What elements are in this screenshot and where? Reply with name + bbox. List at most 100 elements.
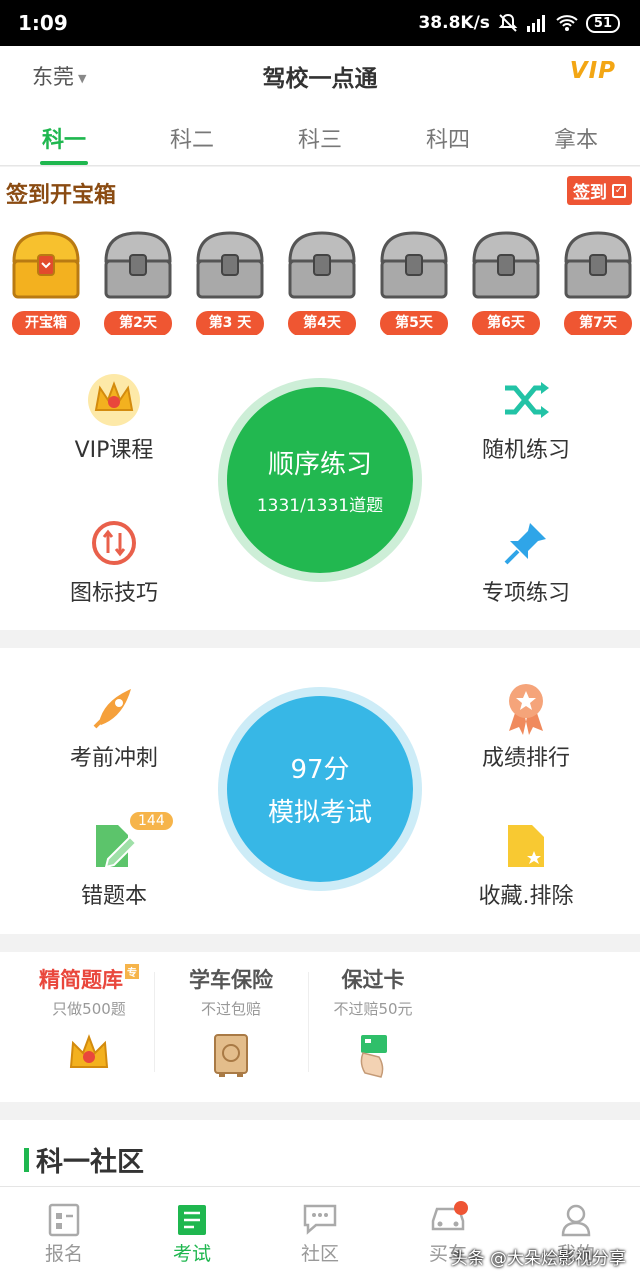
tab-subject-4[interactable]: 科四 [384,104,512,165]
header: 东莞 ▼ 驾校一点通 VIP [0,46,640,104]
chest-label: 第3 天 [196,311,264,336]
random-practice-button[interactable]: 随机练习 [426,370,626,464]
tab-subject-1[interactable]: 科一 [0,104,128,165]
crown-icon [69,1034,109,1068]
app-title: 驾校一点通 [262,66,378,92]
chest-day-7[interactable]: 第7天 [560,227,640,337]
sign-in-label: 签到 [573,183,607,203]
gold-chest-icon [12,231,80,299]
nav-label: 考试 [172,1243,211,1265]
tab-subject-2[interactable]: 科二 [128,104,256,165]
divider [154,972,155,1072]
product-pass-card[interactable]: 保过卡 不过赔50元 [298,964,448,1079]
vip-button[interactable]: VIP [570,58,616,84]
nav-exam[interactable]: 考试 [128,1187,256,1280]
chat-icon [303,1204,337,1235]
sprint-button[interactable]: 考前冲刺 [14,678,214,772]
tab-subject-3[interactable]: 科三 [256,104,384,165]
treasure-title: 签到开宝箱 [6,183,117,208]
chest-day-3[interactable]: 第3 天 [192,227,272,337]
grey-chest-icon [380,231,448,299]
icon-tips-button[interactable]: 图标技巧 [14,513,214,607]
edit-document-icon [96,825,138,869]
crown-icon [88,374,140,426]
product-simplified-bank[interactable]: 精简题库专 只做500题 [14,964,164,1073]
safe-icon [214,1034,248,1077]
product-subtitle: 只做500题 [52,1000,126,1018]
nav-label: 报名 [44,1243,83,1265]
product-title: 学车保险 [189,968,273,992]
watermark: 头条 @大朵烩影视分享 [450,1249,626,1269]
favorites-label: 收藏.排除 [478,884,574,909]
exam-paper-icon [178,1205,206,1235]
vip-course-button[interactable]: VIP课程 [14,370,214,464]
status-time: 1:09 [18,11,68,35]
medal-icon [509,684,543,735]
chest-day-5[interactable]: 第5天 [376,227,456,337]
tab-get-license[interactable]: 拿本 [512,104,640,165]
status-bar: 1:09 38.8K/s 51 [0,0,640,46]
vip-course-label: VIP课程 [74,438,154,463]
user-icon [561,1204,591,1237]
ranking-button[interactable]: 成绩排行 [426,678,626,772]
chest-open[interactable]: 开宝箱 [8,227,88,337]
icon-tips-label: 图标技巧 [69,581,158,606]
product-insurance[interactable]: 学车保险 不过包赔 [156,964,306,1077]
grey-chest-icon [564,231,632,299]
community-section: 科一社区 [0,1120,640,1186]
form-icon [48,1203,80,1237]
nav-community[interactable]: 社区 [256,1187,384,1280]
product-title: 保过卡 [341,968,405,992]
checkbox-icon: ✓ [612,183,626,198]
practice-panel: VIP课程 随机练习 顺序练习 1331/1331道题 图标技巧 专项练习 [0,335,640,630]
rocket-icon [93,689,131,729]
chest-label: 第4天 [288,311,356,336]
chest-label: 第6天 [472,311,540,336]
product-title: 精简题库 [39,968,123,992]
chest-label: 第5天 [380,311,448,336]
random-practice-label: 随机练习 [481,438,570,463]
chest-day-2[interactable]: 第2天 [100,227,180,337]
chest-label: 开宝箱 [12,311,80,336]
nav-signup[interactable]: 报名 [0,1187,128,1280]
special-practice-button[interactable]: 专项练习 [426,513,626,607]
mute-bell-icon [498,13,518,32]
pushpin-icon [504,523,546,565]
product-subtitle: 不过包赔 [200,1000,261,1018]
nav-label: 社区 [300,1243,339,1265]
products-panel: 精简题库专 只做500题 学车保险 不过包赔 保过卡 不过赔50元 [0,952,640,1102]
network-speed: 38.8K/s [418,13,490,33]
community-title: 科一社区 [36,1147,144,1178]
favorites-button[interactable]: 收藏.排除 [426,816,626,910]
shuffle-icon [505,382,549,418]
sprint-label: 考前冲刺 [69,746,158,771]
status-icons: 38.8K/s 51 [418,13,620,33]
chest-day-6[interactable]: 第6天 [468,227,548,337]
exam-panel: 考前冲刺 成绩排行 97分 模拟考试 错题本 144 收藏.排除 [0,648,640,934]
sign-in-button[interactable]: 签到 ✓ [567,176,632,205]
traffic-sign-icon [92,521,136,565]
sequential-practice-title: 顺序练习 [267,450,372,480]
grey-chest-icon [104,231,172,299]
notification-dot [454,1201,468,1215]
section-marker [24,1148,29,1172]
battery-icon: 51 [585,13,620,33]
card-in-hand-icon [360,1035,387,1078]
special-practice-label: 专项练习 [481,581,570,606]
sequential-practice-progress: 1331/1331道题 [256,496,384,516]
treasure-section: 签到开宝箱 签到 ✓ 开宝箱 第2天 第3 天 第4天 第5天 第6天 第7天 [0,167,640,337]
chest-label: 第2天 [104,311,172,336]
mock-exam-button[interactable]: 97分 模拟考试 [227,696,413,882]
wrong-book-label: 错题本 [80,884,147,909]
star-document-icon [508,825,544,867]
product-tag: 专 [125,964,139,979]
wrong-book-button[interactable]: 错题本 [14,816,214,910]
product-subtitle: 不过赔50元 [333,1000,413,1018]
signal-icon [526,15,545,32]
grey-chest-icon [196,231,264,299]
grey-chest-icon [472,231,540,299]
chest-day-4[interactable]: 第4天 [284,227,364,337]
mock-exam-score: 97分 [290,755,350,785]
sequential-practice-button[interactable]: 顺序练习 1331/1331道题 [227,387,413,573]
grey-chest-icon [288,231,356,299]
